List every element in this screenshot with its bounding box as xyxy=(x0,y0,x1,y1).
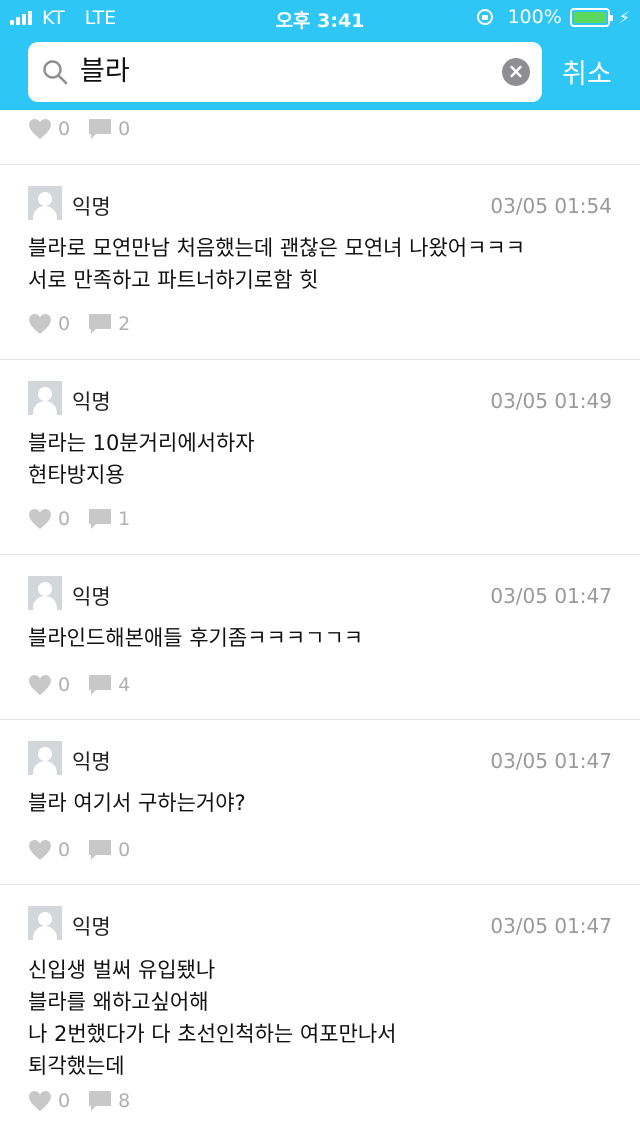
post-line: 나 2번했다가 다 초선인척하는 여포만나서 xyxy=(28,1022,397,1046)
post-author: 익명 xyxy=(72,195,111,219)
post-content: 신입생 벌써 유입됐나 블라를 왜하고싶어해 나 2번했다가 다 초선인척하는 … xyxy=(28,954,618,1082)
post-content: 블라 여기서 구하는거야? xyxy=(28,787,618,819)
avatar xyxy=(28,741,62,775)
post-line: 퇴각했는데 xyxy=(28,1054,125,1078)
avatar xyxy=(28,381,62,415)
cancel-button[interactable]: 취소 xyxy=(562,52,612,91)
heart-icon[interactable] xyxy=(28,313,52,335)
post-time: 03/05 01:47 xyxy=(490,584,612,608)
like-count: 0 xyxy=(58,674,71,696)
heart-icon[interactable] xyxy=(28,508,52,530)
post-actions: 0 1 xyxy=(28,508,148,530)
heart-icon[interactable] xyxy=(28,839,52,861)
comment-count: 1 xyxy=(118,508,131,530)
comment-count: 2 xyxy=(118,313,131,335)
post-line: 서로 만족하고 파트너하기로함 힛 xyxy=(28,268,319,292)
post-content: 블라는 10분거리에서하자 현타방지용 xyxy=(28,427,618,491)
search-input[interactable]: 블라 xyxy=(80,42,480,102)
comment-bubble-icon[interactable] xyxy=(88,674,112,696)
comment-bubble-icon[interactable] xyxy=(88,1090,112,1112)
heart-icon[interactable] xyxy=(28,674,52,696)
post-author: 익명 xyxy=(72,915,111,939)
post-author: 익명 xyxy=(72,390,111,414)
avatar xyxy=(28,576,62,610)
post-line: 블라는 10분거리에서하자 xyxy=(28,431,255,455)
comment-count: 0 xyxy=(118,839,131,861)
rotation-lock-icon xyxy=(477,9,494,25)
like-count: 0 xyxy=(58,1090,71,1112)
post-content: 블라로 모연만남 처음했는데 괜찮은 모연녀 나왔어ㅋㅋㅋ 서로 만족하고 파트… xyxy=(28,232,618,296)
like-count: 0 xyxy=(58,508,71,530)
post-author: 익명 xyxy=(72,585,111,609)
charging-icon: ⚡ xyxy=(618,7,630,27)
post-time: 03/05 01:47 xyxy=(490,914,612,938)
like-count: 0 xyxy=(58,118,71,140)
list-item[interactable]: 익명 03/05 01:47 블라 여기서 구하는거야? 0 0 xyxy=(0,720,640,885)
comment-count: 4 xyxy=(118,674,131,696)
heart-icon[interactable] xyxy=(28,1090,52,1112)
search-icon xyxy=(43,60,68,85)
post-actions: 0 8 xyxy=(28,1090,148,1112)
post-content: 블라인드해본애들 후기좀ㅋㅋㅋㄱㄱㅋ xyxy=(28,622,618,654)
comment-count: 0 xyxy=(118,118,131,140)
search-box[interactable]: 블라 × xyxy=(28,42,542,102)
comment-count: 8 xyxy=(118,1090,131,1112)
post-time: 03/05 01:54 xyxy=(490,194,612,218)
like-count: 0 xyxy=(58,313,71,335)
battery-icon xyxy=(569,7,613,27)
list-item[interactable]: 익명 03/05 01:49 블라는 10분거리에서하자 현타방지용 0 1 xyxy=(0,360,640,555)
post-line: 블라를 왜하고싶어해 xyxy=(28,990,209,1014)
battery-percent: 100% xyxy=(507,6,562,28)
comment-bubble-icon[interactable] xyxy=(88,839,112,861)
post-line: 블라인드해본애들 후기좀ㅋㅋㅋㄱㄱㅋ xyxy=(28,626,364,650)
comment-bubble-icon[interactable] xyxy=(88,118,112,140)
comment-bubble-icon[interactable] xyxy=(88,313,112,335)
list-item-partial[interactable]: 0 0 xyxy=(0,110,640,165)
post-actions: 0 2 xyxy=(28,313,148,335)
like-count: 0 xyxy=(58,839,71,861)
avatar xyxy=(28,906,62,940)
post-actions: 0 0 xyxy=(28,839,148,861)
list-item[interactable]: 익명 03/05 01:54 블라로 모연만남 처음했는데 괜찮은 모연녀 나왔… xyxy=(0,165,640,360)
clear-icon[interactable]: × xyxy=(502,58,530,86)
list-item[interactable]: 익명 03/05 01:47 블라인드해본애들 후기좀ㅋㅋㅋㄱㄱㅋ 0 4 xyxy=(0,555,640,720)
avatar xyxy=(28,186,62,220)
comment-bubble-icon[interactable] xyxy=(88,508,112,530)
post-author: 익명 xyxy=(72,750,111,774)
post-line: 신입생 벌써 유입됐나 xyxy=(28,958,216,982)
post-actions: 0 0 xyxy=(28,118,148,140)
post-time: 03/05 01:49 xyxy=(490,389,612,413)
list-item[interactable]: 익명 03/05 01:47 신입생 벌써 유입됐나 블라를 왜하고싶어해 나 … xyxy=(0,885,640,1138)
post-actions: 0 4 xyxy=(28,674,148,696)
post-line: 현타방지용 xyxy=(28,463,125,487)
search-header: KT LTE 오후 3:41 100% ⚡ 블라 × 취소 xyxy=(0,0,640,110)
post-time: 03/05 01:47 xyxy=(490,749,612,773)
post-line: 블라로 모연만남 처음했는데 괜찮은 모연녀 나왔어ㅋㅋㅋ xyxy=(28,236,526,260)
status-bar: KT LTE 오후 3:41 100% ⚡ xyxy=(0,0,640,36)
post-line: 블라 여기서 구하는거야? xyxy=(28,791,246,815)
heart-icon[interactable] xyxy=(28,118,52,140)
status-right: 100% ⚡ xyxy=(477,6,630,28)
